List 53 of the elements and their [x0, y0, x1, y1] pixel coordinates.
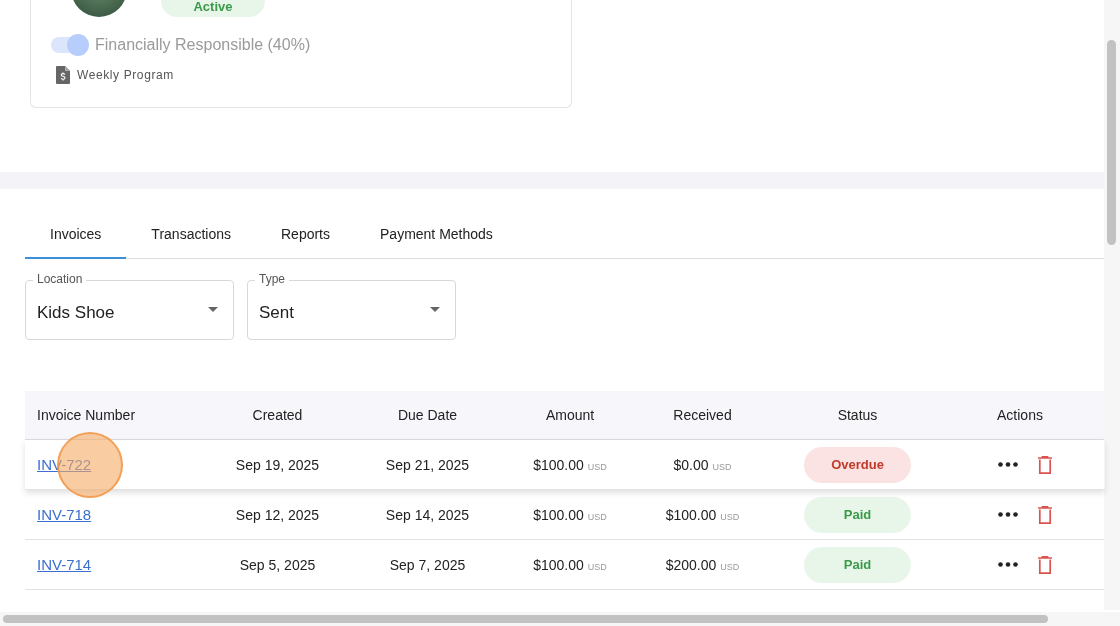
table-cell: $100.00	[533, 556, 584, 573]
table-row[interactable]: INV-718 Sep 12, 2025 Sep 14, 2025 $100.00 USD $100.00 USD Paid	[25, 490, 1105, 540]
table-cell: Sep 14, 2025	[385, 506, 470, 523]
tab[interactable]: Invoices	[25, 220, 127, 259]
status-badge: Paid	[804, 496, 911, 533]
table-row[interactable]: INV-714 Sep 5, 2025 Sep 7, 2025 $100.00 USD $200.00 USD Paid	[25, 540, 1105, 590]
dropdown-caret-icon[interactable]	[208, 307, 218, 312]
dropdown-field[interactable]: Type Sent	[247, 272, 456, 340]
tab[interactable]: Reports	[256, 220, 355, 259]
currency-label: USD	[720, 561, 740, 572]
currency-label: USD	[587, 511, 607, 522]
trash-icon[interactable]	[1038, 505, 1052, 524]
table-cell: $200.00	[665, 556, 717, 573]
status-badge: Paid	[804, 546, 911, 583]
status-badge: Active	[161, 0, 265, 17]
more-icon[interactable]	[998, 562, 1018, 567]
currency-label: USD	[720, 511, 740, 522]
table-cell: Sep 19, 2025	[235, 456, 320, 473]
vertical-scrollbar[interactable]	[1107, 40, 1116, 245]
table-cell: $0.00	[673, 456, 709, 473]
toggle-switch[interactable]	[51, 37, 87, 53]
horizontal-scrollbar[interactable]	[3, 615, 1048, 623]
column-header: Invoice Number	[36, 407, 137, 423]
column-header: Due Date	[396, 407, 459, 423]
column-header: Created	[251, 407, 304, 423]
more-icon[interactable]	[998, 462, 1018, 467]
table-cell: Sep 21, 2025	[385, 456, 470, 473]
invoice-link[interactable]: INV-714	[37, 556, 92, 573]
trash-icon[interactable]	[1038, 555, 1052, 574]
table-cell: $100.00	[533, 456, 584, 473]
currency-label: USD	[587, 461, 607, 472]
table-cell: $100.00	[665, 506, 717, 523]
table-cell: Sep 7, 2025	[389, 556, 466, 573]
trash-icon[interactable]	[1038, 455, 1052, 474]
table-cell: Sep 12, 2025	[235, 506, 320, 523]
program-label: Weekly Program	[77, 68, 174, 82]
dropdown-field[interactable]: Location Kids Shoe	[25, 272, 234, 340]
column-header: Received	[672, 407, 733, 423]
column-header: Actions	[996, 407, 1044, 423]
column-header: Amount	[544, 407, 596, 423]
currency-label: USD	[587, 561, 607, 572]
toggle-label: Financially Responsible (40%)	[95, 36, 311, 54]
invoice-link[interactable]: INV-718	[37, 506, 92, 523]
tab[interactable]: Transactions	[126, 220, 256, 259]
column-header: Status	[836, 407, 879, 423]
dropdown-caret-icon[interactable]	[430, 307, 440, 312]
invoice-document-icon	[56, 66, 70, 84]
tab[interactable]: Payment Methods	[355, 220, 518, 259]
currency-label: USD	[712, 461, 732, 472]
more-icon[interactable]	[998, 512, 1018, 517]
table-cell: Sep 5, 2025	[239, 556, 316, 573]
table-cell: $100.00	[533, 506, 584, 523]
status-badge: Overdue	[804, 446, 911, 483]
